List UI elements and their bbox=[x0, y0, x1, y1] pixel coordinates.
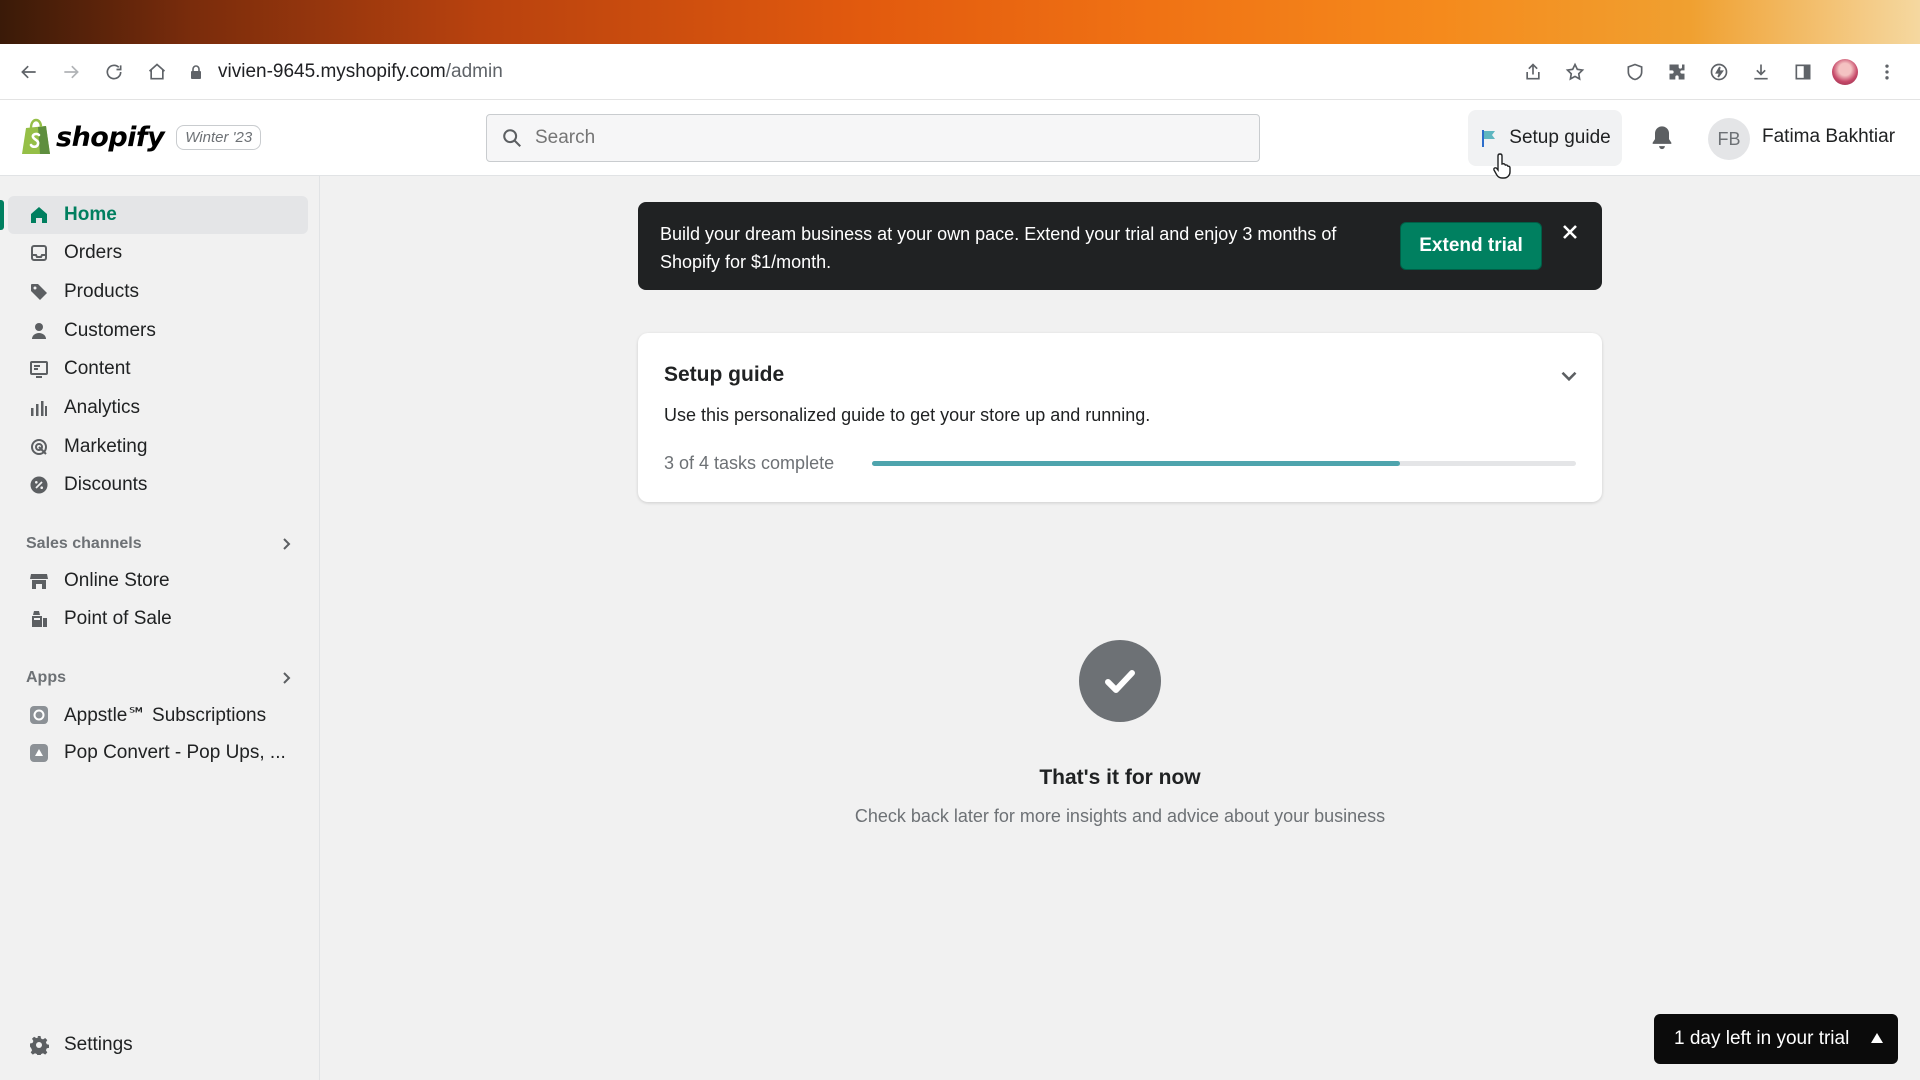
sidebar-icon[interactable] bbox=[1790, 59, 1816, 85]
sidebar-item-label: Home bbox=[64, 204, 117, 225]
sidebar-item-label: Settings bbox=[64, 1034, 133, 1055]
puzzle-icon[interactable] bbox=[1664, 59, 1690, 85]
sidebar-item-point-of-sale[interactable]: Point of Sale bbox=[8, 600, 308, 638]
sidebar-item-discounts[interactable]: Discounts bbox=[8, 466, 308, 504]
back-icon[interactable] bbox=[14, 57, 44, 87]
sidebar-item-online-store[interactable]: Online Store bbox=[8, 562, 308, 600]
address-bar[interactable]: vivien-9645.myshopify.com/admin bbox=[188, 53, 1568, 91]
shopify-wordmark: shopify bbox=[56, 121, 165, 153]
search-bar[interactable] bbox=[486, 114, 1260, 162]
pos-icon bbox=[28, 608, 50, 630]
shield-icon[interactable] bbox=[1622, 59, 1648, 85]
user-name[interactable]: Fatima Bakhtiar bbox=[1762, 126, 1895, 148]
url-host: vivien-9645.myshopify.com bbox=[218, 61, 446, 82]
setup-guide-card: Setup guide Use this personalized guide … bbox=[638, 333, 1602, 502]
browser-toolbar: vivien-9645.myshopify.com/admin bbox=[0, 44, 1920, 100]
shopify-topbar: shopify Winter '23 Setup guide FB Fatima… bbox=[0, 100, 1920, 176]
search-icon bbox=[503, 129, 521, 147]
setup-guide-label: Setup guide bbox=[1509, 127, 1611, 148]
orders-icon bbox=[28, 242, 50, 264]
target-icon bbox=[28, 436, 50, 458]
content-icon bbox=[28, 358, 50, 380]
chevron-down-icon[interactable] bbox=[1556, 363, 1582, 389]
caret-up-icon bbox=[1871, 1033, 1883, 1043]
download-icon[interactable] bbox=[1748, 59, 1774, 85]
sidebar-item-orders[interactable]: Orders bbox=[8, 234, 308, 272]
flag-icon bbox=[1482, 130, 1496, 147]
sidebar-item-analytics[interactable]: Analytics bbox=[8, 389, 308, 427]
home-icon bbox=[28, 204, 50, 226]
url-path: /admin bbox=[445, 61, 503, 82]
sidebar-item-label: Discounts bbox=[64, 474, 148, 495]
share-icon[interactable] bbox=[1520, 59, 1546, 85]
search-input[interactable] bbox=[535, 127, 1215, 149]
hand-cursor-icon bbox=[1493, 153, 1511, 179]
sidebar-item-pop-convert[interactable]: Pop Convert - Pop Ups, ... bbox=[8, 734, 308, 772]
sidebar: Home Orders Products Customers Content A… bbox=[0, 176, 320, 1080]
app-icon bbox=[28, 704, 50, 726]
store-icon bbox=[28, 570, 50, 592]
browser-tab-strip bbox=[0, 0, 1920, 44]
progress-fill bbox=[872, 461, 1400, 466]
trial-remaining-button[interactable]: 1 day left in your trial bbox=[1654, 1014, 1898, 1064]
sidebar-item-label: Online Store bbox=[64, 570, 170, 591]
extend-trial-button[interactable]: Extend trial bbox=[1400, 222, 1542, 270]
sidebar-item-marketing[interactable]: Marketing bbox=[8, 428, 308, 466]
chevron-right-icon bbox=[283, 672, 291, 684]
progress-bar bbox=[872, 461, 1576, 466]
version-badge: Winter '23 bbox=[176, 124, 262, 150]
sidebar-item-label: Analytics bbox=[64, 397, 141, 418]
bar-chart-icon bbox=[28, 397, 50, 419]
tag-icon bbox=[28, 281, 50, 303]
gear-icon bbox=[28, 1034, 50, 1056]
empty-state-title: That's it for now bbox=[1039, 766, 1201, 789]
kebab-menu-icon[interactable] bbox=[1874, 59, 1900, 85]
trial-remaining-label: 1 day left in your trial bbox=[1674, 1028, 1850, 1049]
close-icon[interactable] bbox=[1558, 220, 1582, 244]
bell-icon[interactable] bbox=[1648, 124, 1676, 152]
sidebar-item-label: Marketing bbox=[64, 436, 148, 457]
sidebar-item-label: Orders bbox=[64, 242, 123, 263]
browser-extensions bbox=[1520, 44, 1900, 100]
extend-trial-banner: Build your dream business at your own pa… bbox=[638, 202, 1602, 290]
empty-state-description: Check back later for more insights and a… bbox=[854, 806, 1386, 826]
sidebar-item-appstle[interactable]: Appstle℠ Subscriptions bbox=[8, 696, 308, 734]
star-icon[interactable] bbox=[1562, 59, 1588, 85]
sidebar-item-label: Customers bbox=[64, 320, 156, 341]
sidebar-item-label: Appstle℠ Subscriptions bbox=[64, 704, 267, 726]
sidebar-item-customers[interactable]: Customers bbox=[8, 312, 308, 350]
section-heading-label: Sales channels bbox=[26, 535, 142, 552]
sidebar-item-products[interactable]: Products bbox=[8, 273, 308, 311]
sidebar-item-content[interactable]: Content bbox=[8, 350, 308, 388]
card-description: Use this personalized guide to get your … bbox=[664, 405, 1151, 425]
shopify-logo[interactable]: shopify Winter '23 bbox=[20, 118, 262, 156]
progress-label: 3 of 4 tasks complete bbox=[664, 453, 835, 473]
url-text: vivien-9645.myshopify.com/admin bbox=[218, 61, 503, 83]
sales-channels-heading[interactable]: Sales channels bbox=[26, 530, 294, 558]
sidebar-item-label: Pop Convert - Pop Ups, ... bbox=[64, 742, 286, 763]
lightning-icon[interactable] bbox=[1706, 59, 1732, 85]
lock-icon bbox=[191, 65, 201, 79]
section-heading-label: Apps bbox=[26, 669, 66, 686]
sidebar-item-settings[interactable]: Settings bbox=[8, 1026, 308, 1064]
home-icon[interactable] bbox=[142, 57, 172, 87]
apps-heading[interactable]: Apps bbox=[26, 664, 294, 692]
sidebar-item-label: Products bbox=[64, 281, 139, 302]
chevron-right-icon bbox=[283, 538, 291, 550]
user-avatar[interactable]: FB bbox=[1708, 118, 1750, 160]
discount-icon bbox=[28, 474, 50, 496]
card-title: Setup guide bbox=[664, 363, 785, 386]
reload-icon[interactable] bbox=[99, 57, 129, 87]
person-icon bbox=[28, 320, 50, 342]
checkmark-icon bbox=[1079, 640, 1161, 722]
forward-icon[interactable] bbox=[56, 57, 86, 87]
banner-message: Build your dream business at your own pa… bbox=[660, 224, 1337, 272]
sidebar-item-label: Content bbox=[64, 358, 131, 379]
app-icon bbox=[28, 742, 50, 764]
sidebar-item-label: Point of Sale bbox=[64, 608, 172, 629]
sidebar-item-home[interactable]: Home bbox=[0, 196, 308, 234]
shopify-bag-icon bbox=[22, 118, 50, 154]
profile-avatar[interactable] bbox=[1832, 59, 1858, 85]
